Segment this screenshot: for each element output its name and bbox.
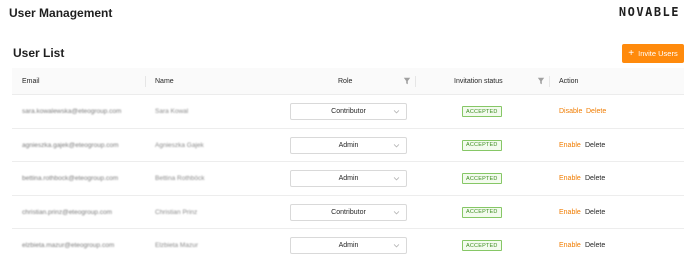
table-row: elzbieta.mazur@eteogroup.com Elzbieta Ma…	[12, 229, 684, 255]
role-select-value: Contributor	[331, 108, 366, 115]
table-header: Email Name Role Invitation status Action	[12, 68, 684, 95]
column-header-action: Action	[549, 68, 578, 95]
plus-icon: +	[628, 47, 635, 59]
column-header-email: Email	[22, 78, 40, 85]
name-cell: Agnieszka Gajek	[155, 141, 204, 149]
chevron-down-icon	[393, 210, 400, 214]
chevron-down-icon	[393, 244, 400, 248]
role-select-value: Admin	[338, 242, 359, 249]
email-cell: christian.prinz@eteogroup.com	[22, 208, 113, 216]
enable-link[interactable]: Enable	[559, 196, 581, 229]
delete-link[interactable]: Delete	[585, 229, 605, 255]
status-badge: ACCEPTED	[462, 206, 502, 218]
role-select-value: Contributor	[331, 208, 366, 216]
table-row: sara.kowalewska@eteogroup.com Sara Kowal…	[12, 95, 684, 129]
role-select[interactable]: Admin	[290, 170, 407, 187]
status-badge: ACCEPTED	[462, 240, 502, 251]
invite-users-label: Invite Users	[638, 49, 678, 58]
enable-link[interactable]: Enable	[559, 162, 581, 195]
name-cell: Elzbieta Mazur	[155, 242, 198, 249]
status-badge: ACCEPTED	[462, 106, 502, 117]
chevron-down-icon	[393, 143, 400, 147]
enable-link[interactable]: Enable	[559, 129, 581, 162]
status-filter-icon[interactable]	[537, 77, 545, 85]
delete-link[interactable]: Delete	[585, 196, 605, 229]
name-cell: Sara Kowal	[155, 108, 189, 115]
logo: NOVABLE	[618, 5, 680, 19]
email-cell: bettina.rothbock@eteogroup.com	[22, 175, 119, 182]
email-cell: elzbieta.mazur@eteogroup.com	[22, 242, 115, 249]
delete-link[interactable]: Delete	[585, 162, 605, 195]
column-header-role: Role	[338, 78, 353, 85]
delete-link[interactable]: Delete	[586, 95, 606, 128]
table-row: bettina.rothbock@eteogroup.com Bettina R…	[12, 162, 684, 196]
disable-link[interactable]: Disable	[559, 95, 582, 128]
section-title: User List	[13, 46, 65, 60]
role-filter-icon[interactable]	[403, 77, 411, 85]
name-cell: Bettina Rothböck	[155, 175, 205, 182]
role-select[interactable]: Contributor	[290, 203, 407, 221]
role-select[interactable]: Admin	[290, 136, 407, 154]
name-cell: Christian Prinz	[155, 208, 198, 216]
role-select-value: Admin	[338, 175, 359, 182]
role-select[interactable]: Contributor	[290, 103, 407, 120]
role-select-value: Admin	[338, 141, 359, 149]
page-title: User Management	[9, 6, 113, 20]
user-table: Email Name Role Invitation status Action…	[12, 68, 684, 255]
role-select[interactable]: Admin	[290, 237, 407, 254]
chevron-down-icon	[393, 110, 400, 114]
table-row: christian.prinz@eteogroup.com Christian …	[12, 196, 684, 229]
status-badge: ACCEPTED	[462, 139, 502, 151]
column-header-name: Name	[145, 68, 174, 95]
invite-users-button[interactable]: + Invite Users	[622, 44, 684, 63]
column-header-status: Invitation status	[454, 78, 503, 85]
delete-link[interactable]: Delete	[585, 129, 605, 162]
email-cell: agnieszka.gajek@eteogroup.com	[22, 141, 119, 149]
email-cell: sara.kowalewska@eteogroup.com	[22, 108, 122, 115]
status-badge: ACCEPTED	[462, 173, 502, 184]
table-row: agnieszka.gajek@eteogroup.com Agnieszka …	[12, 129, 684, 162]
chevron-down-icon	[393, 177, 400, 181]
enable-link[interactable]: Enable	[559, 229, 581, 255]
